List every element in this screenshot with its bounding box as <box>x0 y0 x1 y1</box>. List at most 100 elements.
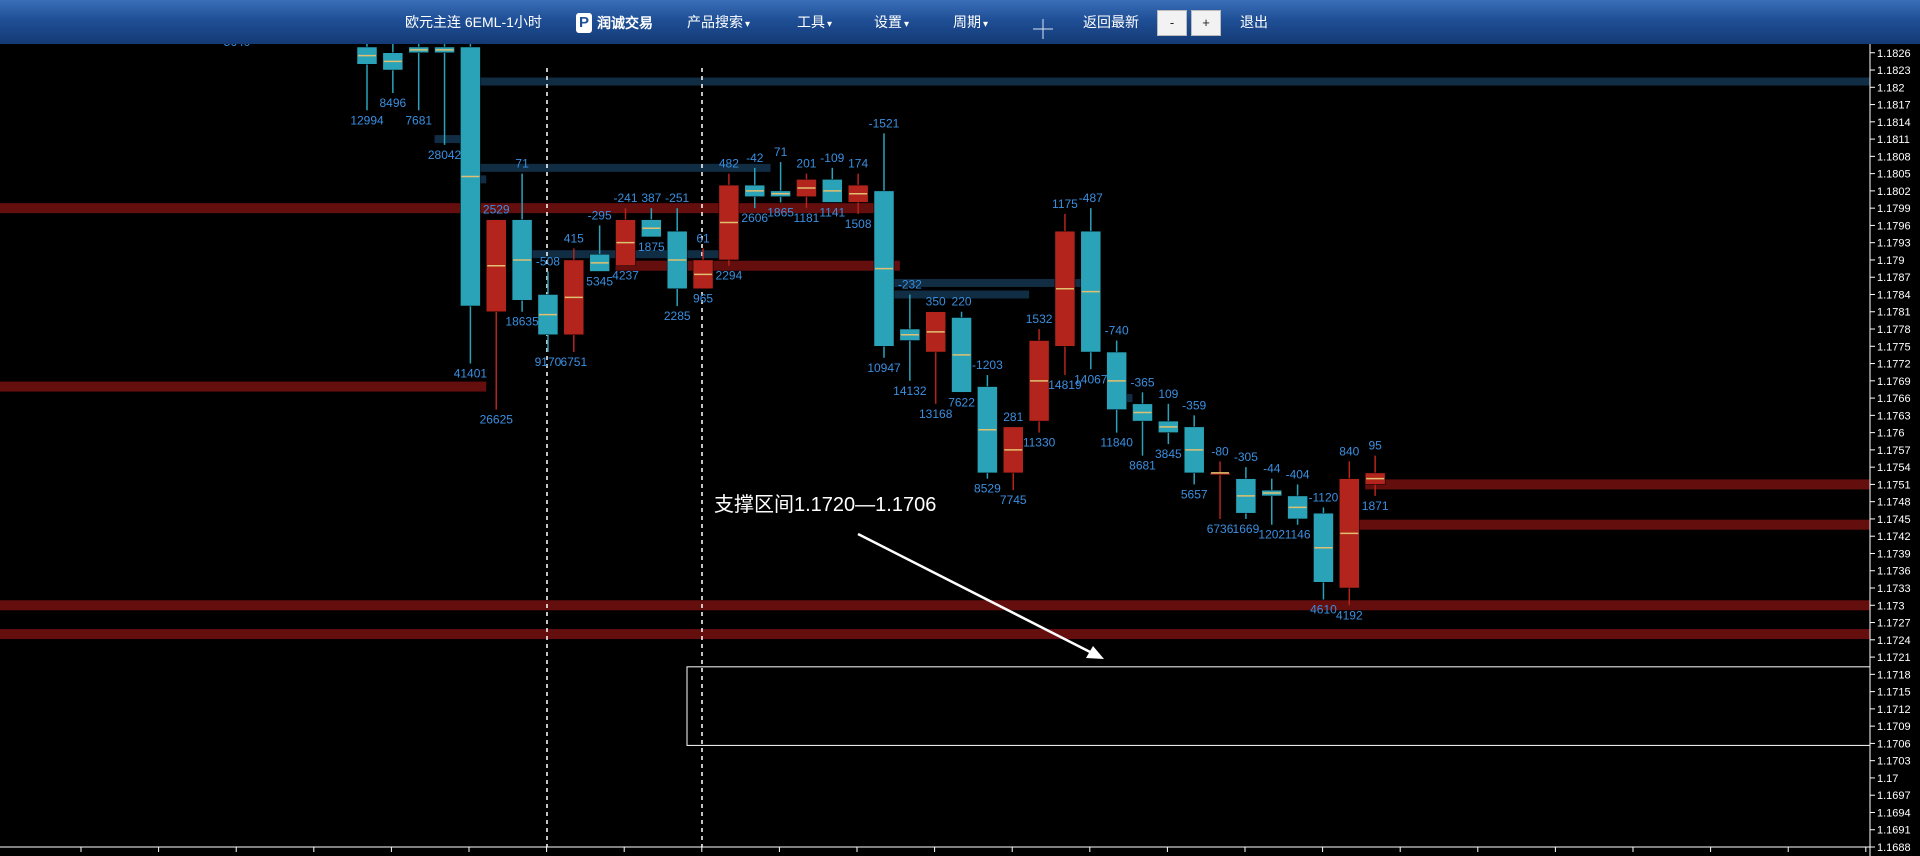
candle-volume-label: 7622 <box>948 395 975 409</box>
price-tick-label: 1.1745 <box>1877 514 1911 526</box>
candle-volume-label: 8529 <box>974 482 1001 496</box>
candle-delta-label: -44 <box>1263 462 1281 476</box>
candle-volume-label: 1181 <box>794 211 820 225</box>
candle-volume-label: 14067 <box>1074 372 1108 386</box>
top-toolbar: 欧元主连 6EML-1小时 P润诚交易 产品搜索 工具 设置 周期 返回最新 -… <box>0 0 1920 44</box>
price-tick-label: 1.1772 <box>1877 359 1911 371</box>
session-divider-layer <box>546 68 703 847</box>
candle-delta-label: 1175 <box>1052 197 1078 211</box>
candle-volume-label: 26625 <box>480 413 514 427</box>
logo-icon: P <box>576 13 592 33</box>
time-axis <box>0 846 1870 852</box>
price-tick-label: 1.1694 <box>1877 807 1911 819</box>
price-tick-label: 1.1802 <box>1877 186 1911 198</box>
candle-volume-label: 11330 <box>1023 436 1056 450</box>
candle-labels-layer: 12994 8496 7681 28042 41401 2529 26625 71 18635 -… <box>224 35 1389 622</box>
price-tick-label: 1.176 <box>1877 428 1905 440</box>
candle-delta-label: -295 <box>588 208 612 222</box>
candle-volume-label: 1871 <box>1362 499 1389 513</box>
zoom-out-button[interactable]: - <box>1157 10 1187 36</box>
volume-zone-red <box>0 381 487 392</box>
candle-delta-label: -42 <box>746 151 764 165</box>
candle-volume-label: 1146 <box>1285 528 1311 542</box>
volume-zone-blue <box>460 77 1870 86</box>
price-tick-label: 1.1787 <box>1877 272 1911 284</box>
candle-volume-label: 5345 <box>586 274 613 288</box>
period-menu[interactable]: 周期 <box>953 0 988 44</box>
back-to-latest-button[interactable]: 返回最新 <box>1083 0 1139 44</box>
price-tick-label: 1.1733 <box>1877 583 1911 595</box>
settings-menu[interactable]: 设置 <box>874 0 909 44</box>
candle-volume-label: 2606 <box>741 211 768 225</box>
crosshair-icon[interactable] <box>1033 12 1053 39</box>
candle-delta-label: -80 <box>1211 444 1229 458</box>
product-search-menu[interactable]: 产品搜索 <box>687 0 750 44</box>
candle-delta-label: -1120 <box>1309 490 1339 504</box>
price-tick-label: 1.1706 <box>1877 738 1911 750</box>
price-tick-label: 1.182 <box>1877 82 1905 94</box>
candle-delta-label: -251 <box>665 191 689 205</box>
price-tick-label: 1.1811 <box>1877 134 1910 146</box>
candle-delta-label: -508 <box>536 254 560 268</box>
candle-delta-label: -404 <box>1286 467 1310 481</box>
candle-volume-label: 1141 <box>819 205 845 219</box>
candle-volume-label: 1875 <box>638 240 665 254</box>
price-tick-label: 1.1817 <box>1877 100 1911 112</box>
candle-volume-label: 1202 <box>1258 528 1285 542</box>
price-tick-label: 1.1757 <box>1877 445 1911 457</box>
candle-volume-label: 1865 <box>767 205 794 219</box>
candle-volume-label: 6736 <box>1207 522 1234 536</box>
candle-delta-label: -232 <box>898 277 922 291</box>
volume-zone-red <box>1339 519 1870 530</box>
candle-volume-label: 4237 <box>612 269 639 283</box>
price-tick-label: 1.1742 <box>1877 531 1911 543</box>
candle-delta-label: -359 <box>1182 398 1206 412</box>
price-tick-label: 1.1721 <box>1877 652 1911 664</box>
candle-volume-label: 12994 <box>350 113 384 127</box>
candle-volume-label: 7745 <box>1000 493 1027 507</box>
candle-volume-label: 5657 <box>1181 487 1208 501</box>
candle-delta-label: 281 <box>1003 410 1023 424</box>
price-tick-label: 1.1805 <box>1877 169 1911 181</box>
candle-volume-label: 14132 <box>893 384 927 398</box>
volume-zone-red <box>0 629 1870 640</box>
price-tick-label: 1.1754 <box>1877 462 1911 474</box>
candle-delta-label: 220 <box>952 295 972 309</box>
candle-delta-label: 387 <box>641 191 661 205</box>
candle-delta-label: -365 <box>1130 375 1154 389</box>
price-tick-label: 1.1688 <box>1877 842 1911 854</box>
candle-volume-label: 965 <box>693 292 713 306</box>
price-tick-label: 1.1781 <box>1877 307 1911 319</box>
candle-volume-label: 11840 <box>1100 436 1133 450</box>
volume-zone-blue <box>434 135 461 144</box>
tools-menu[interactable]: 工具 <box>797 0 832 44</box>
candle-delta-label: -740 <box>1105 324 1129 338</box>
support-zone-box <box>686 666 1871 746</box>
candle-volume-label: 18635 <box>505 315 539 329</box>
price-tick-label: 1.1691 <box>1877 825 1911 837</box>
price-tick-label: 1.1727 <box>1877 618 1911 630</box>
zoom-in-button[interactable]: + <box>1191 10 1221 36</box>
candle-delta-label: 840 <box>1339 444 1359 458</box>
candle-volume-label: 10947 <box>867 361 901 375</box>
candle-delta-label: 2529 <box>483 203 510 217</box>
price-tick-label: 1.1718 <box>1877 669 1911 681</box>
instrument-title[interactable]: 欧元主连 6EML-1小时 <box>405 0 542 44</box>
candle-volume-label: 2294 <box>716 269 743 283</box>
price-tick-label: 1.1808 <box>1877 151 1911 163</box>
candle-volume-label: 4610 <box>1310 603 1337 617</box>
volume-zone-red <box>1365 479 1870 490</box>
candle-volume-label: 4192 <box>1336 608 1363 622</box>
price-tick-label: 1.1712 <box>1877 704 1911 716</box>
price-tick-label: 1.1751 <box>1877 479 1911 491</box>
candle-volume-label: 7681 <box>405 113 432 127</box>
candle-volume-label: 1669 <box>1233 522 1260 536</box>
candle-delta-label: -1203 <box>972 358 1003 372</box>
price-tick-label: 1.1739 <box>1877 548 1911 560</box>
candle-delta-label: 71 <box>774 145 788 159</box>
candle-delta-label: -241 <box>613 191 637 205</box>
candle-volume-label: 8681 <box>1129 459 1156 473</box>
price-tick-label: 1.1775 <box>1877 341 1911 353</box>
logout-button[interactable]: 退出 <box>1240 0 1268 44</box>
candlestick-chart[interactable]: 12994 8496 7681 28042 41401 2529 26625 71 18635 -… <box>0 0 1920 856</box>
